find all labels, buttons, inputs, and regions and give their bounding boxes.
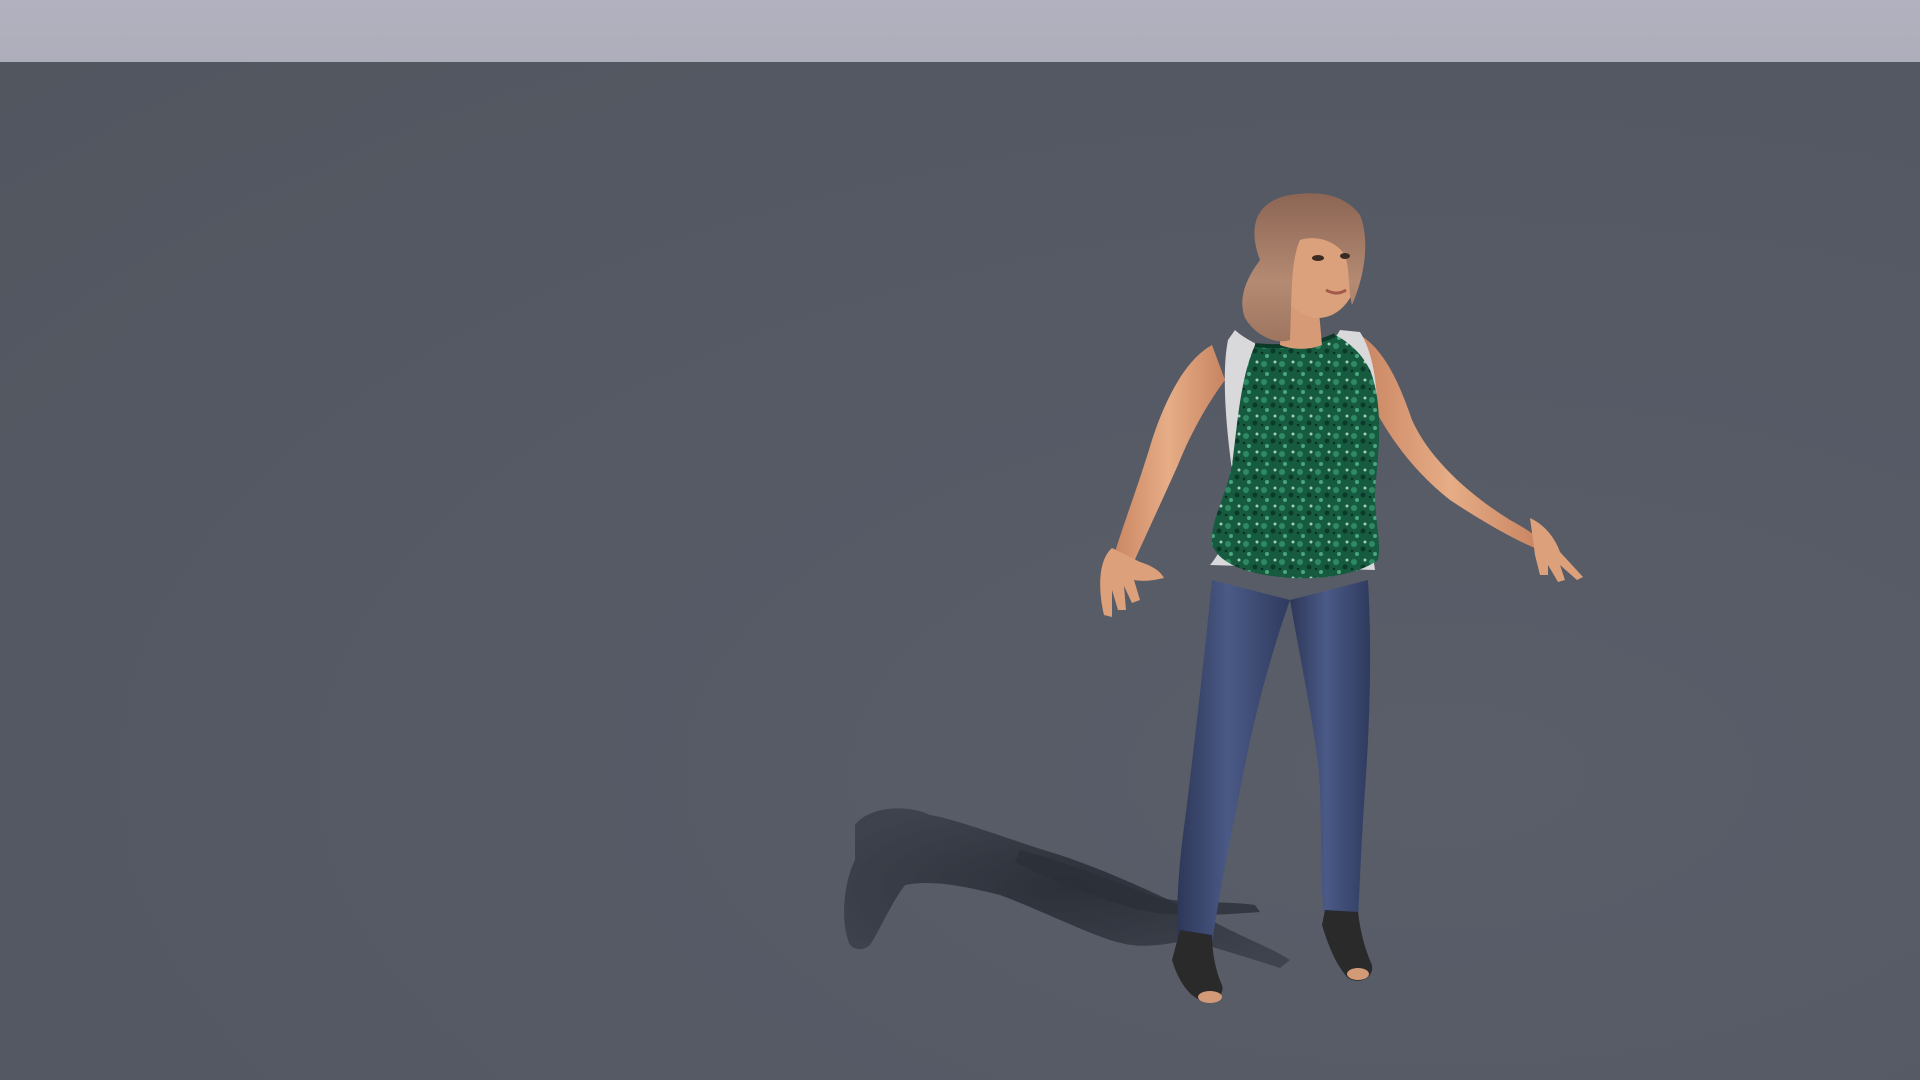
render-viewport [0, 0, 1920, 1080]
jeans [1177, 580, 1371, 944]
character-render [844, 193, 1583, 1003]
